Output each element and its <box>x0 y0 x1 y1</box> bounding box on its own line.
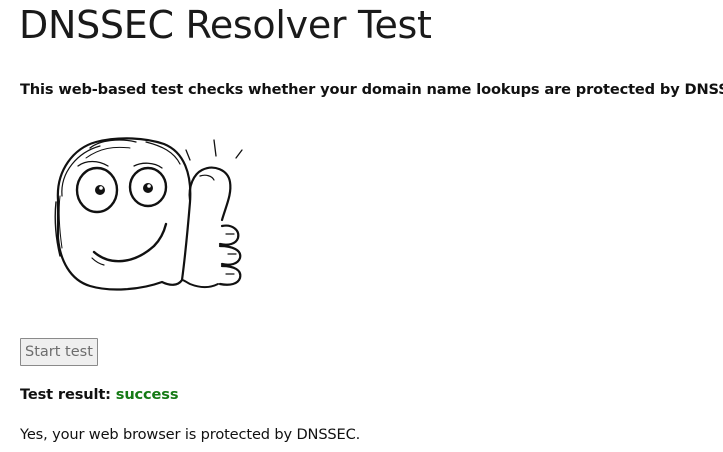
result-message: Yes, your web browser is protected by DN… <box>20 426 361 443</box>
test-result: Test result: success <box>20 385 179 405</box>
thumbs-up-face-icon <box>50 130 250 292</box>
page-title: DNSSEC Resolver Test <box>19 3 432 47</box>
test-result-value: success <box>115 386 179 403</box>
intro-text: This web-based test checks whether your … <box>20 81 723 98</box>
start-test-button[interactable]: Start test <box>20 338 98 366</box>
test-result-label: Test result: <box>20 386 111 403</box>
